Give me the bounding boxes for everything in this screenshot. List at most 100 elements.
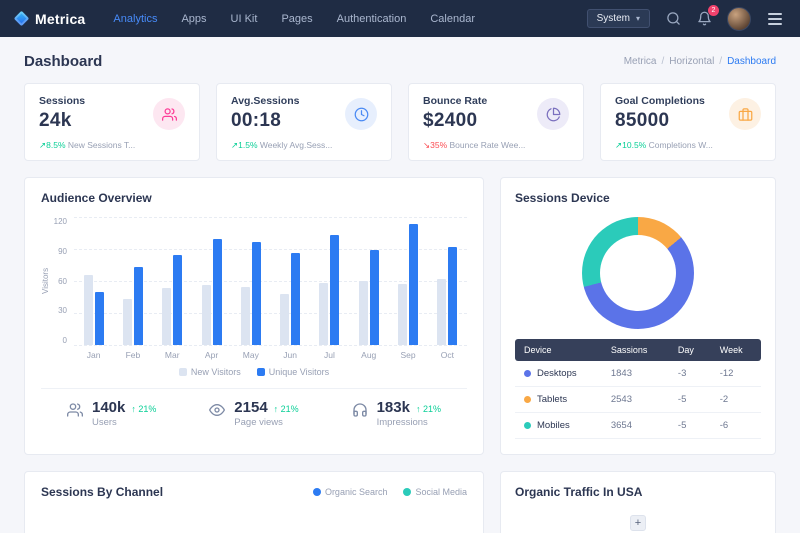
nav-item-apps[interactable]: Apps [181,13,206,25]
audience-bar-chart: Visitors 1209060300 JanFebMarAprMayJunJu… [41,217,467,360]
stat-card-info: Bounce Rate$2400 [423,95,487,132]
x-tick-label-jan: Jan [74,350,113,360]
stat-delta-percent: ↗10.5% [615,140,649,150]
organic-traffic-usa-card: Organic Traffic In USA + [500,471,776,533]
breadcrumb-item-metrica[interactable]: Metrica [624,56,657,67]
day-cell: -5 [669,413,711,439]
device-table-header-week: Week [711,339,761,361]
device-label: Mobiles [537,420,570,431]
audience-stat-text: 2154↑ 21%Page views [234,399,298,428]
stat-delta: ↘35% Bounce Rate Wee... [423,140,569,151]
bar-unique-visitors-jul [330,235,339,345]
stat-value: 00:18 [231,110,299,132]
channel-legend-item-social-media[interactable]: Social Media [403,487,467,497]
legend-item-unique-visitors[interactable]: Unique Visitors [257,367,329,377]
device-name: Tablets [524,394,593,405]
brand-name: Metrica [35,11,85,27]
week-cell: -6 [711,413,761,439]
audience-stat-label: Page views [234,417,298,428]
audience-stat-text: 140k ↑ 21% Users [92,399,156,428]
device-dot-icon [524,370,531,377]
search-icon[interactable] [665,11,681,27]
stat-card-sessions: Sessions24k↗8.5% New Sessions T... [24,83,200,161]
nav-item-ui-kit[interactable]: UI Kit [231,13,258,25]
y-tick-label: 0 [63,336,67,345]
legend-swatch-icon [257,368,265,376]
stat-card-main: Sessions24k [39,95,185,132]
channel-legend: Organic Search Social Media [313,487,467,497]
page-header: Dashboard Metrica/Horizontal/Dashboard [24,37,776,83]
audience-legend: New Visitors Unique Visitors [41,367,467,377]
user-avatar[interactable] [727,7,751,31]
bar-unique-visitors-may [252,242,261,345]
nav-item-analytics[interactable]: Analytics [113,13,157,25]
system-dropdown-button[interactable]: System ▾ [587,9,650,28]
audience-plot-column: JanFebMarAprMayJunJulAugSepOct [74,217,467,360]
device-table-header-day: Day [669,339,711,361]
nav-item-calendar[interactable]: Calendar [430,13,475,25]
gridline [74,345,467,346]
nav-item-authentication[interactable]: Authentication [337,13,407,25]
nav-right-cluster: System ▾ 2 [587,7,784,31]
stat-value: $2400 [423,110,487,132]
stat-delta-percent: ↘35% [423,140,450,150]
table-row-desktops: Desktops1843-3-12 [515,361,761,387]
stat-delta-description: Weekly Avg.Sess... [260,140,332,150]
brand[interactable]: Metrica [16,11,85,27]
stat-delta-description: Completions W... [649,140,713,150]
audience-stat-delta: ↑ 21% [131,404,156,414]
x-tick-label-jun: Jun [270,350,309,360]
breadcrumb-item-dashboard: Dashboard [727,56,776,67]
bar-new-visitors-may [241,287,250,345]
bar-group-mar [153,217,192,345]
nav-menu: Analytics Apps UI Kit Pages Authentication Ca… [113,13,586,25]
sessions-by-channel-title: Sessions By Channel [41,485,163,499]
stat-cards-row: Sessions24k↗8.5% New Sessions T...Avg.Se… [24,83,776,161]
channel-legend-label: Organic Search [325,487,388,497]
audience-stat-number: 140k [92,399,125,416]
bar-new-visitors-oct [437,279,446,345]
device-dot-icon [524,422,531,429]
breadcrumb-item-horizontal[interactable]: Horizontal [669,56,714,67]
bar-new-visitors-jun [280,294,289,345]
stat-card-info: Sessions24k [39,95,85,132]
notifications-bell-icon[interactable]: 2 [696,11,712,27]
audience-stat-label: Impressions [377,417,441,428]
audience-stats-row: 140k ↑ 21% Users 2154↑ 21%Page views 183k ↑ 2… [41,388,467,428]
bar-unique-visitors-aug [370,250,379,345]
chevron-down-icon: ▾ [636,14,640,23]
bar-unique-visitors-oct [448,247,457,345]
channel-legend-item-organic-search[interactable]: Organic Search [313,487,388,497]
menu-toggle-icon[interactable] [766,11,784,27]
stat-card-goal-completions: Goal Completions85000↗10.5% Completions … [600,83,776,161]
audience-stat-label: Users [92,417,156,428]
x-tick-label-jul: Jul [310,350,349,360]
breadcrumb-separator: / [719,56,722,67]
audience-y-ticks: 1209060300 [50,217,74,345]
bottom-row: Sessions By Channel Organic Search Social… [24,471,776,533]
stat-card-info: Avg.Sessions00:18 [231,95,299,132]
stat-card-avg-sessions: Avg.Sessions00:18↗1.5% Weekly Avg.Sess..… [216,83,392,161]
legend-dot-icon [313,488,321,496]
table-row-mobiles: Mobiles3654-5-6 [515,413,761,439]
audience-overview-title: Audience Overview [41,191,467,205]
audience-stat-number: 183k [377,399,410,416]
bar-unique-visitors-sep [409,224,418,345]
nav-item-pages[interactable]: Pages [281,13,312,25]
main-row: Audience Overview Visitors 1209060300 Ja… [24,177,776,455]
bar-new-visitors-mar [162,288,171,345]
legend-item-new-visitors[interactable]: New Visitors [179,367,241,377]
audience-bar-plot [74,217,467,345]
organic-traffic-usa-title: Organic Traffic In USA [515,485,761,499]
users-icon [67,402,83,423]
audience-stat-page-views: 2154↑ 21%Page views [209,399,298,428]
map-zoom-in-button[interactable]: + [630,515,646,531]
week-cell: -2 [711,387,761,413]
bar-new-visitors-aug [359,281,368,345]
audience-overview-card: Audience Overview Visitors 1209060300 Ja… [24,177,484,455]
stat-value: 85000 [615,110,705,132]
x-tick-label-mar: Mar [153,350,192,360]
system-dropdown-label: System [597,13,630,24]
audience-stat-users: 140k ↑ 21% Users [67,399,156,428]
bar-unique-visitors-apr [213,239,222,345]
